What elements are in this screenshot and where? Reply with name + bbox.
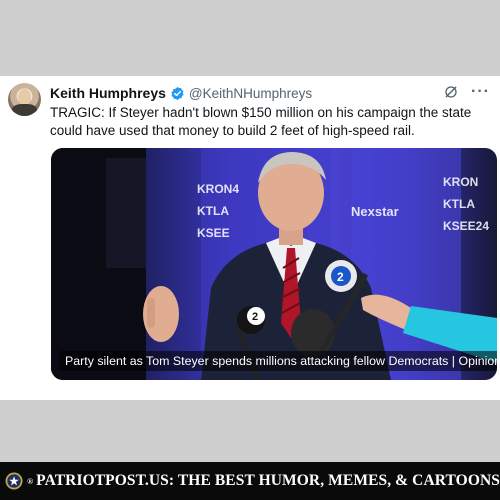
registered-mark: ® — [27, 476, 34, 486]
sign-kron-right: KRON — [443, 175, 478, 189]
footer-text[interactable]: ® PATRIOTPOST.US: THE BEST HUMOR, MEMES, … — [27, 472, 500, 490]
tweet-actions: ··· — [443, 84, 490, 100]
side-monitor — [106, 158, 146, 268]
media-caption: Party silent as Tom Steyer spends millio… — [59, 351, 497, 371]
verified-badge-icon — [171, 86, 184, 100]
sign-ksee-right: KSEE24 — [443, 219, 489, 233]
sign-nexstar: Nexstar — [351, 204, 399, 219]
sign-ktla-right: KTLA — [443, 197, 475, 211]
avatar[interactable] — [8, 83, 41, 116]
footer-label: PATRIOTPOST.US: THE BEST HUMOR, MEMES, &… — [36, 472, 500, 489]
avatar-face — [18, 89, 31, 105]
mic-logo-left: 2 — [252, 311, 258, 323]
author-handle[interactable]: @KeithNHumphreys — [189, 86, 312, 101]
sign-kron4: KRON4 — [197, 182, 239, 196]
tweet-media[interactable]: KRON4 KTLA KSEE Nexstar KRON KTLA KSEE24 — [51, 148, 497, 380]
more-icon[interactable]: ··· — [471, 84, 490, 100]
avatar-body — [12, 104, 37, 116]
foam-mic — [291, 309, 335, 357]
footer-banner: ® PATRIOTPOST.US: THE BEST HUMOR, MEMES, … — [0, 462, 500, 500]
mic-logo-right: 2 — [337, 270, 344, 284]
tweet-text: TRAGIC: If Steyer hadn't blown $150 mill… — [50, 105, 472, 138]
author-name[interactable]: Keith Humphreys — [50, 85, 166, 101]
sign-ktla: KTLA — [197, 204, 229, 218]
media-illustration: KRON4 KTLA KSEE Nexstar KRON KTLA KSEE24 — [51, 148, 497, 380]
grok-icon[interactable] — [443, 84, 459, 100]
sign-ksee: KSEE — [197, 226, 230, 240]
tweet-header: Keith Humphreys @KeithNHumphreys — [50, 84, 312, 102]
patriot-post-seal-icon — [5, 472, 23, 490]
tweet-card[interactable]: Keith Humphreys @KeithNHumphreys ··· TRA… — [0, 76, 500, 400]
